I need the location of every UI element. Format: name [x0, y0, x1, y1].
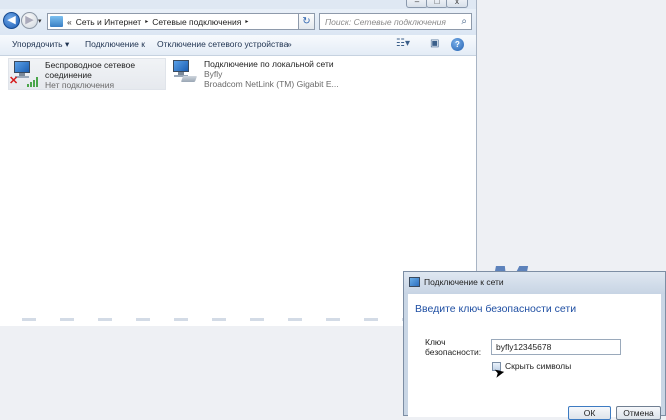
back-arrow-icon[interactable]: ◀: [3, 12, 20, 29]
dialog-title-bar: Подключение к сети: [404, 272, 665, 294]
security-key-input[interactable]: byfly12345678: [491, 339, 621, 355]
wireless-connection-item[interactable]: ✕ Беспроводное сетевое соединение Нет по…: [8, 58, 166, 90]
maximize-icon[interactable]: □: [426, 0, 448, 8]
breadcrumb-prefix[interactable]: «: [67, 17, 72, 27]
cancel-button[interactable]: Отмена: [616, 406, 661, 420]
preview-pane-icon[interactable]: ▣: [430, 38, 439, 49]
connect-to-button[interactable]: Подключение к: [85, 39, 145, 49]
signal-strength-icon: [27, 77, 39, 87]
disconnected-x-icon: ✕: [9, 75, 19, 87]
ok-button[interactable]: ОК: [568, 406, 611, 420]
network-icon: [409, 277, 420, 287]
wireless-status: Нет подключения: [45, 80, 115, 90]
history-dropdown-icon[interactable]: ▾: [38, 17, 42, 25]
search-input[interactable]: Поиск: Сетевые подключения ⌕: [319, 13, 472, 30]
help-icon[interactable]: ?: [451, 38, 464, 51]
view-options-icon[interactable]: ☷▾: [396, 38, 410, 49]
dialog-body: Введите ключ безопасности сети Ключ безо…: [408, 294, 661, 420]
dialog-title: Подключение к сети: [424, 277, 504, 287]
more-commands-button[interactable]: »: [287, 39, 292, 49]
refresh-icon[interactable]: ↻: [298, 13, 315, 30]
minimize-icon[interactable]: –: [406, 0, 428, 8]
search-icon[interactable]: ⌕: [461, 16, 467, 27]
breadcrumb-network-connections[interactable]: Сетевые подключения: [152, 17, 241, 27]
navigation-bar: ◀ ▶ ▾ « Сеть и Интернет ▸ Сетевые подклю…: [0, 9, 476, 35]
hide-characters-label[interactable]: Скрыть символы: [505, 361, 571, 371]
local-area-connection-item[interactable]: Подключение по локальной сети Byfly Broa…: [168, 58, 339, 90]
dialog-heading: Введите ключ безопасности сети: [415, 303, 577, 315]
control-panel-icon: [50, 16, 63, 27]
title-bar: – □ x: [0, 0, 476, 9]
address-bar[interactable]: « Сеть и Интернет ▸ Сетевые подключения …: [47, 13, 311, 30]
command-toolbar: Упорядочить ▾ Подключение к Отключение с…: [0, 35, 476, 56]
forward-arrow-icon[interactable]: ▶: [21, 12, 38, 29]
disable-device-button[interactable]: Отключение сетевого устройства: [157, 39, 288, 49]
breadcrumb-separator-icon[interactable]: ▸: [245, 18, 248, 25]
breadcrumb-network-internet[interactable]: Сеть и Интернет: [76, 17, 141, 27]
close-icon[interactable]: x: [446, 0, 468, 8]
wireless-title-line2: соединение: [45, 70, 92, 80]
connect-to-network-dialog: Подключение к сети Введите ключ безопасн…: [403, 271, 666, 420]
organize-button[interactable]: Упорядочить ▾: [12, 39, 69, 50]
key-label-line1: Ключ: [425, 337, 446, 347]
lan-device-name: Broadcom NetLink (TM) Gigabit E...: [204, 79, 339, 89]
breadcrumb-separator-icon[interactable]: ▸: [145, 18, 148, 25]
lan-title: Подключение по локальной сети: [204, 59, 334, 69]
wireless-title-line1: Беспроводное сетевое: [45, 60, 136, 70]
background-dashes: [0, 318, 422, 324]
network-cable-icon: [180, 76, 198, 82]
key-label-line2: безопасности:: [425, 347, 482, 357]
lan-network-name: Byfly: [204, 69, 223, 79]
search-placeholder: Поиск: Сетевые подключения: [325, 16, 446, 27]
